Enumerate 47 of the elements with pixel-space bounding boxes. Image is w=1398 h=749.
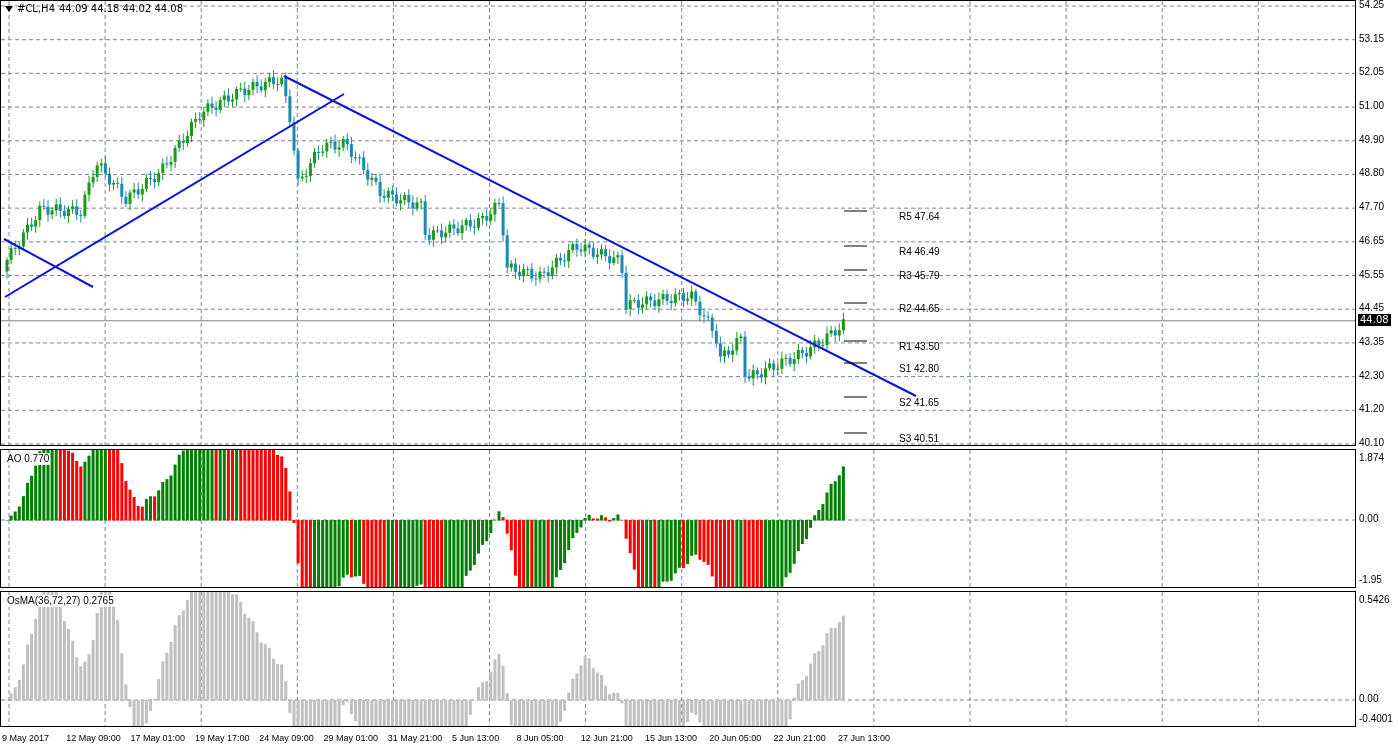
- axis-label: 1.874: [1359, 452, 1385, 464]
- time-label: 31 May 21:00: [387, 732, 443, 744]
- time-label: 5 Jun 13:00: [452, 732, 500, 744]
- time-label: 20 Jun 05:00: [709, 732, 762, 744]
- time-label: 9 May 2017: [2, 732, 50, 744]
- axis-label: 46.65: [1359, 234, 1385, 247]
- pivot-label: S2 41.65: [899, 397, 940, 409]
- axis-label: 54.25: [1359, 0, 1385, 11]
- pivot-label: R3 45.79: [899, 270, 940, 282]
- axis-label: 52.05: [1359, 66, 1385, 79]
- axis-label: 42.30: [1359, 369, 1385, 382]
- time-label: 29 May 01:00: [323, 732, 379, 744]
- pivot-label: R1 43.50: [899, 341, 940, 353]
- axis-label: 0.5426: [1359, 594, 1390, 606]
- time-label: 17 May 01:00: [130, 732, 186, 744]
- axis-label: -1.95: [1359, 574, 1382, 586]
- time-label: 24 May 09:00: [259, 732, 314, 744]
- axis-label: 44.45: [1359, 302, 1385, 315]
- time-label: 12 Jun 21:00: [580, 732, 633, 744]
- time-label: 12 May 09:00: [66, 732, 121, 744]
- time-label: 19 May 17:00: [194, 732, 250, 744]
- pivot-label: R5 47.64: [899, 211, 940, 223]
- pivot-label: R4 46.49: [899, 246, 940, 258]
- pivot-label: S3 40.51: [899, 433, 940, 445]
- pivot-label: R2 44.65: [899, 303, 940, 315]
- axis-label: 53.15: [1359, 32, 1385, 45]
- indicator-label: AO 0.770: [6, 453, 51, 465]
- axis-label: 0.00: [1359, 693, 1379, 705]
- axis-label: 0.00: [1359, 513, 1379, 525]
- price-badge: 44.08: [1358, 313, 1391, 326]
- pivot-label: S1 42.80: [899, 363, 940, 375]
- axis-label: 43.35: [1359, 335, 1385, 348]
- time-label: 15 Jun 13:00: [645, 732, 698, 744]
- axis-label: -0.4001: [1359, 713, 1393, 725]
- time-label: 27 Jun 13:00: [837, 732, 890, 744]
- indicator-label: OsMA(36,72,27) 0.2765: [6, 595, 115, 607]
- quote-label: 44.09 44.18 44.02 44.08: [59, 3, 184, 14]
- axis-label: 45.55: [1359, 268, 1385, 281]
- symbol-label: #CL,H4: [17, 3, 55, 14]
- time-label: 22 Jun 21:00: [773, 732, 826, 744]
- axis-label: 51.00: [1359, 100, 1385, 113]
- axis-label: 47.70: [1359, 201, 1385, 214]
- axis-label: 49.90: [1359, 133, 1385, 146]
- time-label: 8 Jun 05:00: [516, 732, 564, 744]
- axis-label: 41.20: [1359, 403, 1385, 416]
- axis-label: 48.80: [1359, 167, 1385, 180]
- axis-label: 40.10: [1359, 437, 1385, 449]
